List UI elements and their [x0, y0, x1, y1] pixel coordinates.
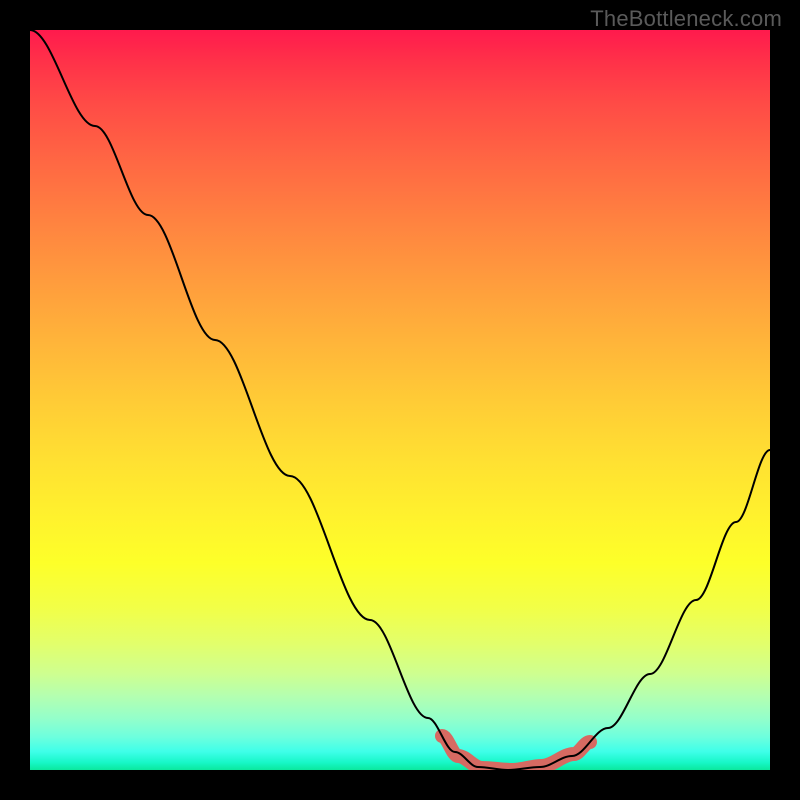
chart-plot-area: [30, 30, 770, 770]
bottleneck-curve: [30, 30, 770, 770]
highlight-optimal-range: [442, 736, 590, 770]
watermark-text: TheBottleneck.com: [590, 6, 782, 32]
chart-svg: [30, 30, 770, 770]
